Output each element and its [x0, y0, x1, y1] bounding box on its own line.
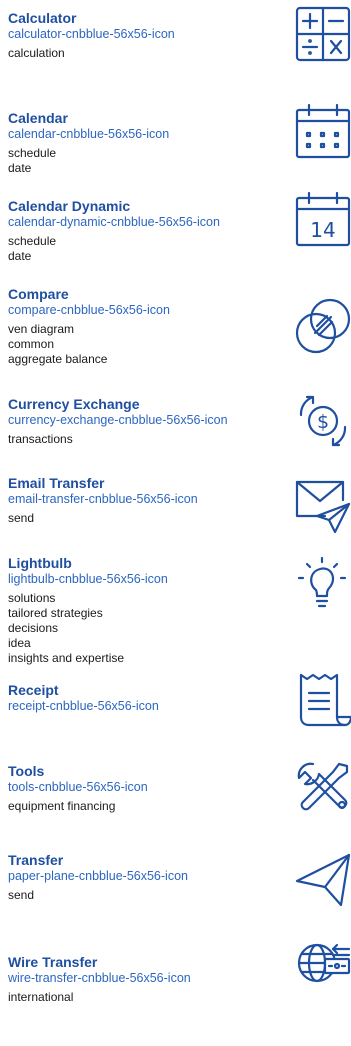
wire-transfer-globe-icon	[297, 943, 351, 983]
icon-tags: international	[8, 990, 351, 1005]
icon-tag: decisions	[8, 621, 59, 635]
calendar-dynamic-icon: 14	[295, 191, 351, 247]
receipt-icon	[299, 673, 351, 727]
icon-tag: idea	[8, 636, 31, 650]
calendar-icon	[295, 103, 351, 159]
email-send-icon	[295, 480, 351, 534]
icon-tag: date	[8, 249, 32, 263]
lightbulb-icon	[297, 556, 347, 608]
calendar-day-number: 14	[310, 218, 335, 242]
svg-text:$: $	[317, 411, 329, 433]
paper-plane-icon	[295, 853, 351, 907]
icon-tag: date	[8, 161, 32, 175]
tools-icon	[297, 762, 349, 811]
icon-tag: insights and expertise	[8, 651, 125, 665]
currency-exchange-icon: $	[299, 395, 347, 447]
venn-diagram-icon	[295, 298, 351, 354]
icon-tag: aggregate balance	[8, 352, 108, 366]
calculator-icon	[295, 6, 351, 62]
icon-tag: international	[8, 990, 74, 1004]
